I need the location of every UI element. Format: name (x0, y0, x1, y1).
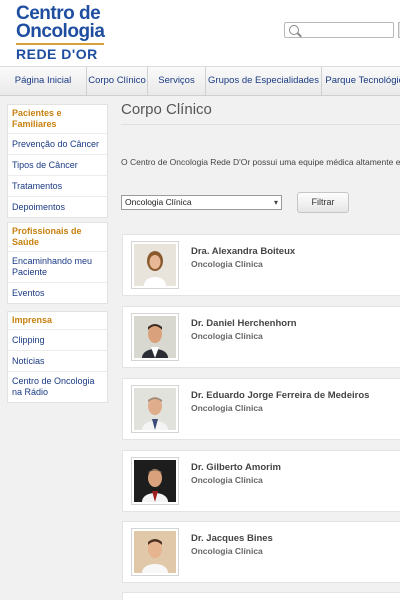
sidebar-item-depoimentos[interactable]: Depoimentos (8, 196, 107, 217)
doctor-name[interactable]: Dra. Alexandra Boiteux (191, 246, 295, 257)
doctor-card[interactable]: Dr. Gilberto Amorim Oncologia Clínica (122, 450, 400, 512)
chevron-down-icon: ▾ (273, 198, 278, 207)
doctor-card[interactable]: Dr. Daniel Herchenhorn Oncologia Clínica (122, 306, 400, 368)
specialty-select[interactable]: Oncologia Clínica ▾ (121, 195, 282, 210)
doctor-photo[interactable] (131, 457, 179, 505)
doctor-photo[interactable] (131, 385, 179, 433)
doctor-card[interactable]: Dra. Alexandra Boiteux Oncologia Clínica (122, 234, 400, 296)
sidebar-item-radio[interactable]: Centro de Oncologia na Rádio (8, 371, 107, 402)
nav-item-pagina-inicial[interactable]: Página Inicial (0, 67, 87, 95)
doctor-card[interactable]: Dr. Eduardo Jorge Ferreira de Medeiros O… (122, 378, 400, 440)
nav-item-corpo-clinico[interactable]: Corpo Clínico (87, 67, 148, 95)
sidebar-item-encaminhando[interactable]: Encaminhando meu Paciente (8, 251, 107, 282)
sidebar-item-clipping[interactable]: Clipping (8, 329, 107, 350)
specialty-select-value: Oncologia Clínica (125, 197, 192, 207)
nav-item-grupos-de-especialidades[interactable]: Grupos de Especialidades (206, 67, 322, 95)
doctor-specialty: Oncologia Clínica (191, 259, 263, 269)
sidebar-item-noticias[interactable]: Notícias (8, 350, 107, 371)
sidebar-item-tipos-de-cancer[interactable]: Tipos de Câncer (8, 154, 107, 175)
sidebar-section-imprensa: Imprensa Clipping Notícias Centro de Onc… (7, 311, 108, 403)
doctor-specialty: Oncologia Clínica (191, 403, 263, 413)
doctor-photo[interactable] (131, 313, 179, 361)
logo-line-3: REDE D'OR (16, 43, 104, 63)
search-box[interactable] (284, 22, 394, 38)
doctor-specialty: Oncologia Clínica (191, 546, 263, 556)
search-input[interactable] (303, 23, 391, 37)
doctor-photo[interactable] (131, 241, 179, 289)
doctor-portrait-icon (134, 460, 176, 502)
sidebar-item-tratamentos[interactable]: Tratamentos (8, 175, 107, 196)
doctor-name[interactable]: Dr. Gilberto Amorim (191, 462, 281, 473)
nav-item-parque-tecnologico[interactable]: Parque Tecnológico (322, 67, 400, 95)
site-header: Centro de Oncologia REDE D'OR (0, 0, 400, 66)
sidebar-section-profissionais: Profissionais de Saúde Encaminhando meu … (7, 222, 108, 304)
doctor-name[interactable]: Dr. Jacques Bines (191, 533, 273, 544)
doctor-portrait-icon (134, 244, 176, 286)
sidebar-item-prevencao[interactable]: Prevenção do Câncer (8, 133, 107, 154)
nav-item-servicos[interactable]: Serviços (148, 67, 206, 95)
doctor-portrait-icon (134, 316, 176, 358)
sidebar-section-title: Profissionais de Saúde (12, 226, 82, 247)
intro-text: O Centro de Oncologia Rede D'Or possui u… (121, 157, 400, 167)
doctor-specialty: Oncologia Clínica (191, 331, 263, 341)
doctor-name[interactable]: Dr. Eduardo Jorge Ferreira de Medeiros (191, 390, 369, 401)
logo-line-2: Oncologia (16, 21, 105, 42)
doctor-card[interactable] (122, 592, 400, 600)
sidebar-section-pacientes: Pacientes e Familiares Prevenção do Cânc… (7, 104, 108, 218)
doctor-name[interactable]: Dr. Daniel Herchenhorn (191, 318, 297, 329)
main-nav: Página Inicial Corpo Clínico Serviços Gr… (0, 66, 400, 96)
search-icon (289, 25, 299, 35)
filter-button[interactable]: Filtrar (297, 192, 349, 213)
doctor-portrait-icon (134, 388, 176, 430)
page-title: Corpo Clínico (121, 101, 212, 118)
doctor-portrait-icon (134, 531, 176, 573)
site-logo[interactable]: Centro de Oncologia REDE D'OR (16, 4, 108, 63)
sidebar-item-eventos[interactable]: Eventos (8, 282, 107, 303)
title-divider (121, 124, 400, 125)
sidebar-section-title: Imprensa (12, 315, 53, 325)
doctor-specialty: Oncologia Clínica (191, 475, 263, 485)
doctor-card[interactable]: Dr. Jacques Bines Oncologia Clínica (122, 521, 400, 583)
doctor-photo[interactable] (131, 528, 179, 576)
sidebar-section-title: Pacientes e Familiares (12, 108, 62, 129)
